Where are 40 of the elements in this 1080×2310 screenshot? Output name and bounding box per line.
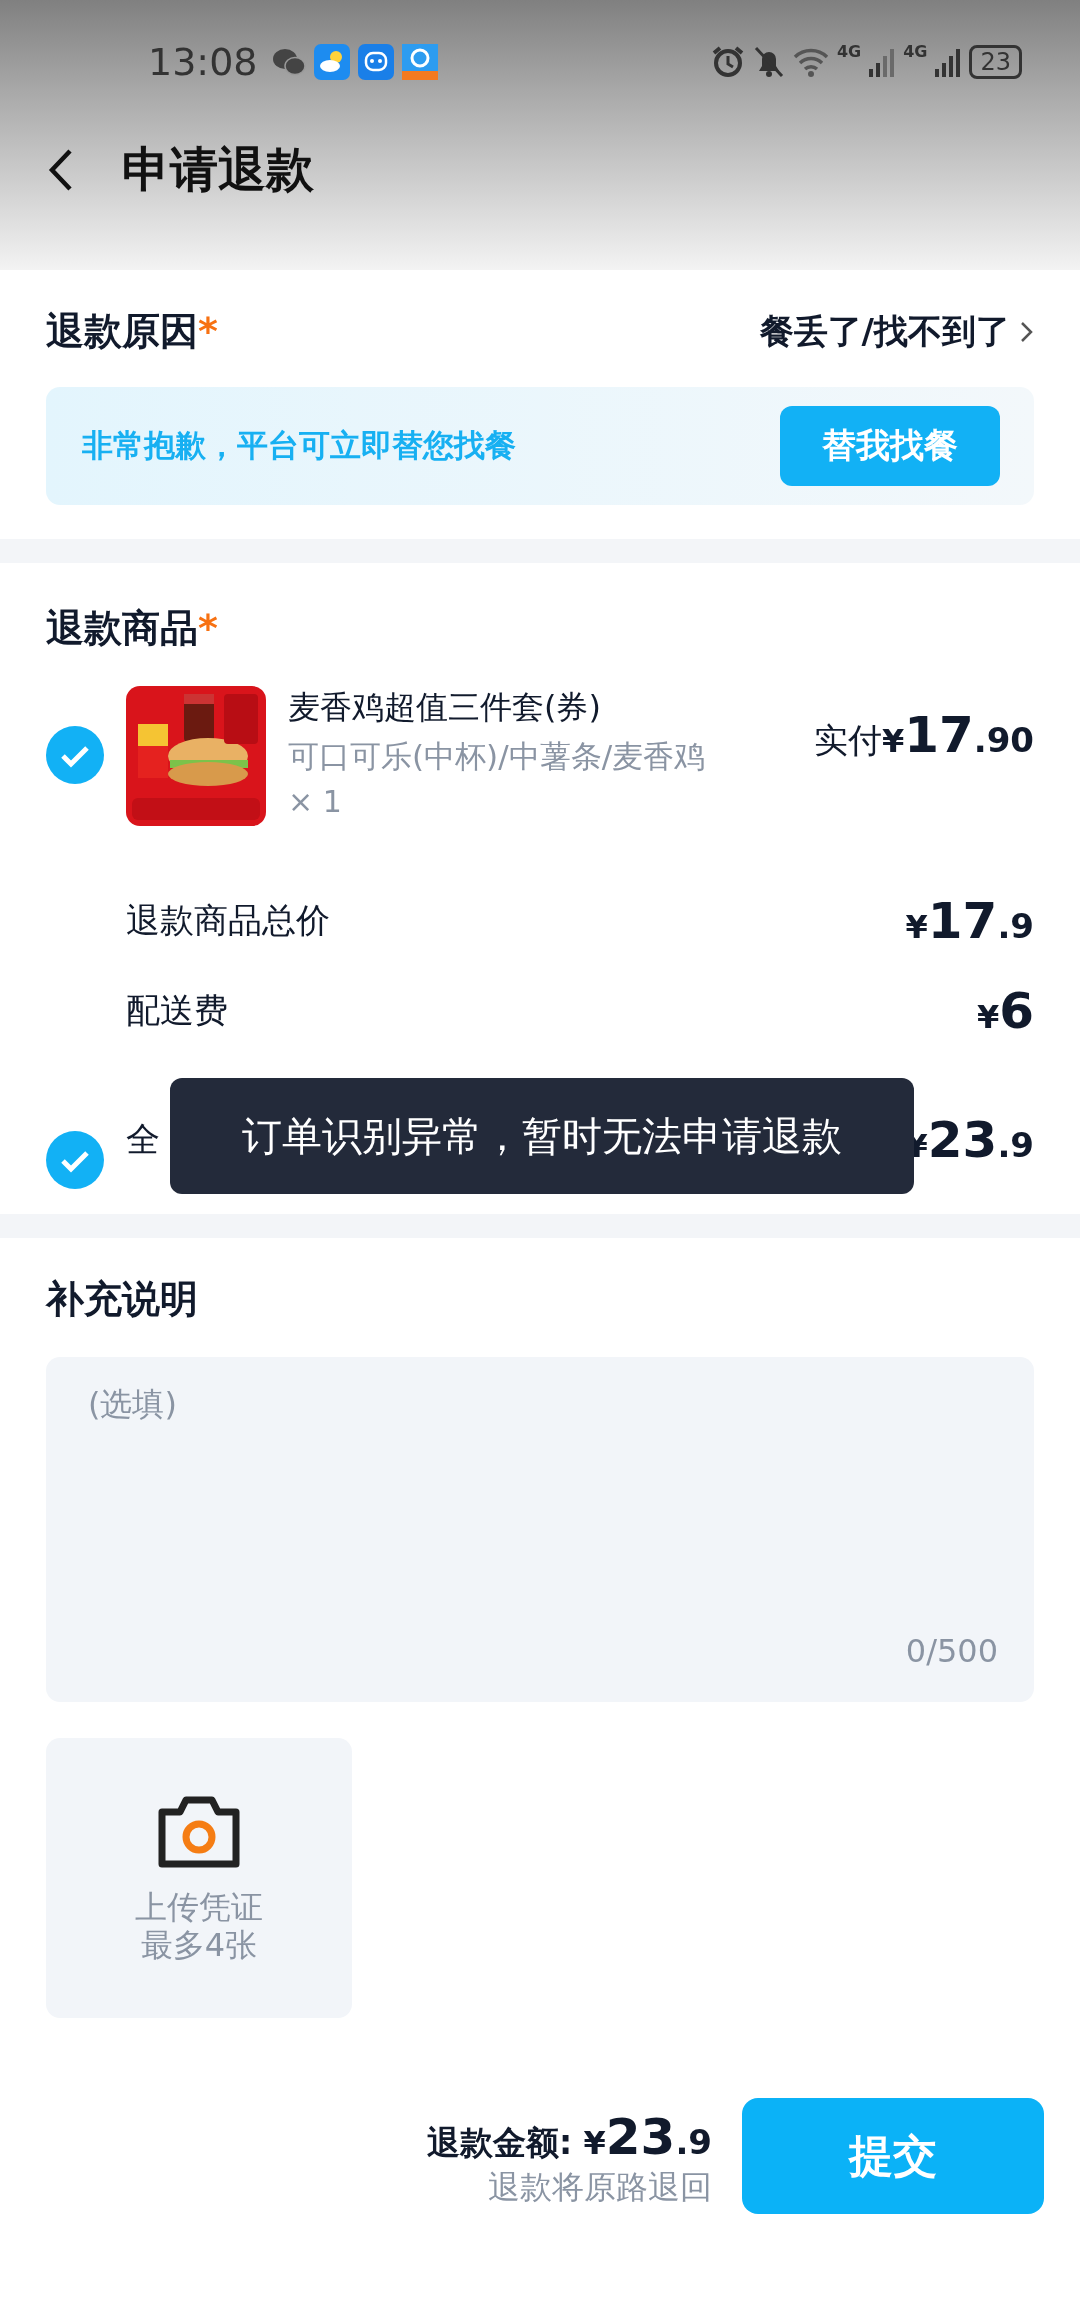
subtotal-amount: ¥17.9 bbox=[905, 892, 1034, 950]
network-label: 4G bbox=[836, 42, 862, 61]
wifi-icon bbox=[792, 46, 829, 78]
back-icon[interactable] bbox=[48, 148, 74, 192]
chat-app-icon bbox=[357, 44, 394, 80]
refund-hint: 退款将原路退回 bbox=[488, 2167, 712, 2208]
status-time: 13:08 bbox=[148, 40, 258, 84]
section-title: 退款原因* bbox=[46, 308, 218, 355]
product-name: 麦香鸡超值三件套(券) bbox=[288, 687, 602, 728]
delivery-fee-label: 配送费 bbox=[126, 989, 228, 1032]
note-input-field[interactable]: (选填) 0/500 bbox=[46, 1357, 1034, 1702]
chat-icon bbox=[271, 47, 306, 77]
banner-text: 非常抱歉，平台可立即替您找餐 bbox=[82, 426, 516, 465]
weather-app-icon bbox=[313, 44, 350, 80]
signal-icon bbox=[935, 47, 962, 77]
error-toast: 订单识别异常，暂时无法申请退款 bbox=[170, 1078, 914, 1194]
section-title: 退款商品* bbox=[46, 605, 219, 652]
delivery-app-icon bbox=[401, 44, 438, 80]
alarm-icon bbox=[710, 45, 745, 79]
section-title: 补充说明 bbox=[46, 1276, 199, 1323]
reason-value[interactable]: 餐丢了/找不到了 bbox=[759, 308, 1010, 355]
paid-price: 实付¥17.90 bbox=[813, 706, 1034, 764]
checkbox[interactable] bbox=[46, 726, 104, 784]
find-meal-button[interactable]: 替我找餐 bbox=[780, 406, 1000, 486]
muted-bell-icon bbox=[752, 45, 785, 79]
chevron-icon[interactable] bbox=[1020, 319, 1034, 344]
page-title: 申请退款 bbox=[122, 140, 314, 199]
character-counter: 0/500 bbox=[905, 1632, 998, 1670]
subtotal-label: 退款商品总价 bbox=[126, 899, 330, 942]
select-all-label[interactable]: 全 bbox=[126, 1117, 160, 1163]
product-quantity: × 1 bbox=[288, 784, 343, 819]
battery-level: 23 bbox=[969, 45, 1022, 79]
select-all-checkbox[interactable] bbox=[46, 1131, 104, 1189]
product-spec: 可口可乐(中杯)/中薯条/麦香鸡 bbox=[288, 737, 707, 776]
signal-icon bbox=[869, 47, 896, 77]
refund-amount: 退款金额: ¥23.9 bbox=[426, 2108, 712, 2166]
delivery-fee-amount: ¥6 bbox=[976, 982, 1034, 1040]
network-label: 4G bbox=[903, 42, 928, 61]
submit-button[interactable]: 提交 bbox=[742, 2098, 1044, 2214]
upload-button[interactable]: 上传凭证 最多4张 bbox=[46, 1738, 352, 2018]
